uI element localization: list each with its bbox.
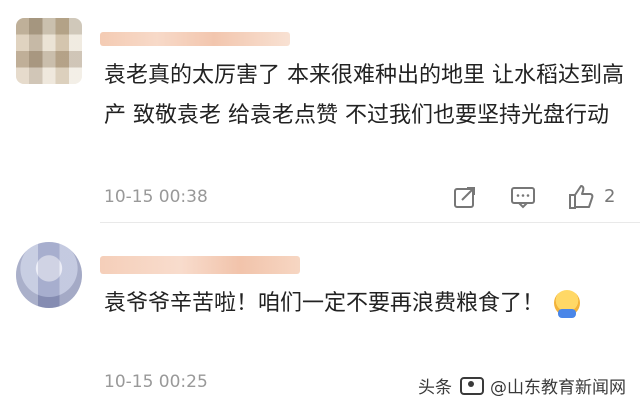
- watermark-handle: @山东教育新闻网: [490, 378, 626, 398]
- comment-text: 袁爷爷辛苦啦！咱们一定不要再浪费粮食了！: [104, 291, 545, 316]
- watermark-prefix: 头条: [418, 378, 452, 398]
- comment-item: 袁老真的太厉害了 本来很难种出的地里 让水稻达到高产 致敬袁老 给袁老点赞 不过…: [0, 0, 640, 222]
- hugging-emoji-icon: [554, 290, 581, 318]
- comment-time: 10-15 00:38: [104, 187, 208, 207]
- share-button[interactable]: [450, 182, 480, 214]
- avatar[interactable]: [16, 242, 82, 308]
- thumb-up-icon: [569, 185, 594, 209]
- username-blurred[interactable]: [100, 32, 290, 46]
- avatar[interactable]: [16, 18, 82, 84]
- share-icon: [454, 187, 475, 208]
- comment-time: 10-15 00:25: [104, 372, 208, 392]
- comment-text-wrapper: 袁爷爷辛苦啦！咱们一定不要再浪费粮食了！: [104, 284, 624, 324]
- comment-actions: 2: [450, 182, 630, 214]
- username-blurred[interactable]: [100, 256, 300, 274]
- like-count: 2: [604, 186, 616, 207]
- like-button[interactable]: 2: [566, 182, 626, 214]
- reply-icon: [511, 187, 535, 209]
- watermark: 头条 @山东教育新闻网: [418, 373, 626, 398]
- divider: [100, 222, 640, 223]
- reply-button[interactable]: [508, 182, 538, 214]
- camera-icon: [460, 376, 484, 395]
- comment-text: 袁老真的太厉害了 本来很难种出的地里 让水稻达到高产 致敬袁老 给袁老点赞 不过…: [104, 63, 624, 128]
